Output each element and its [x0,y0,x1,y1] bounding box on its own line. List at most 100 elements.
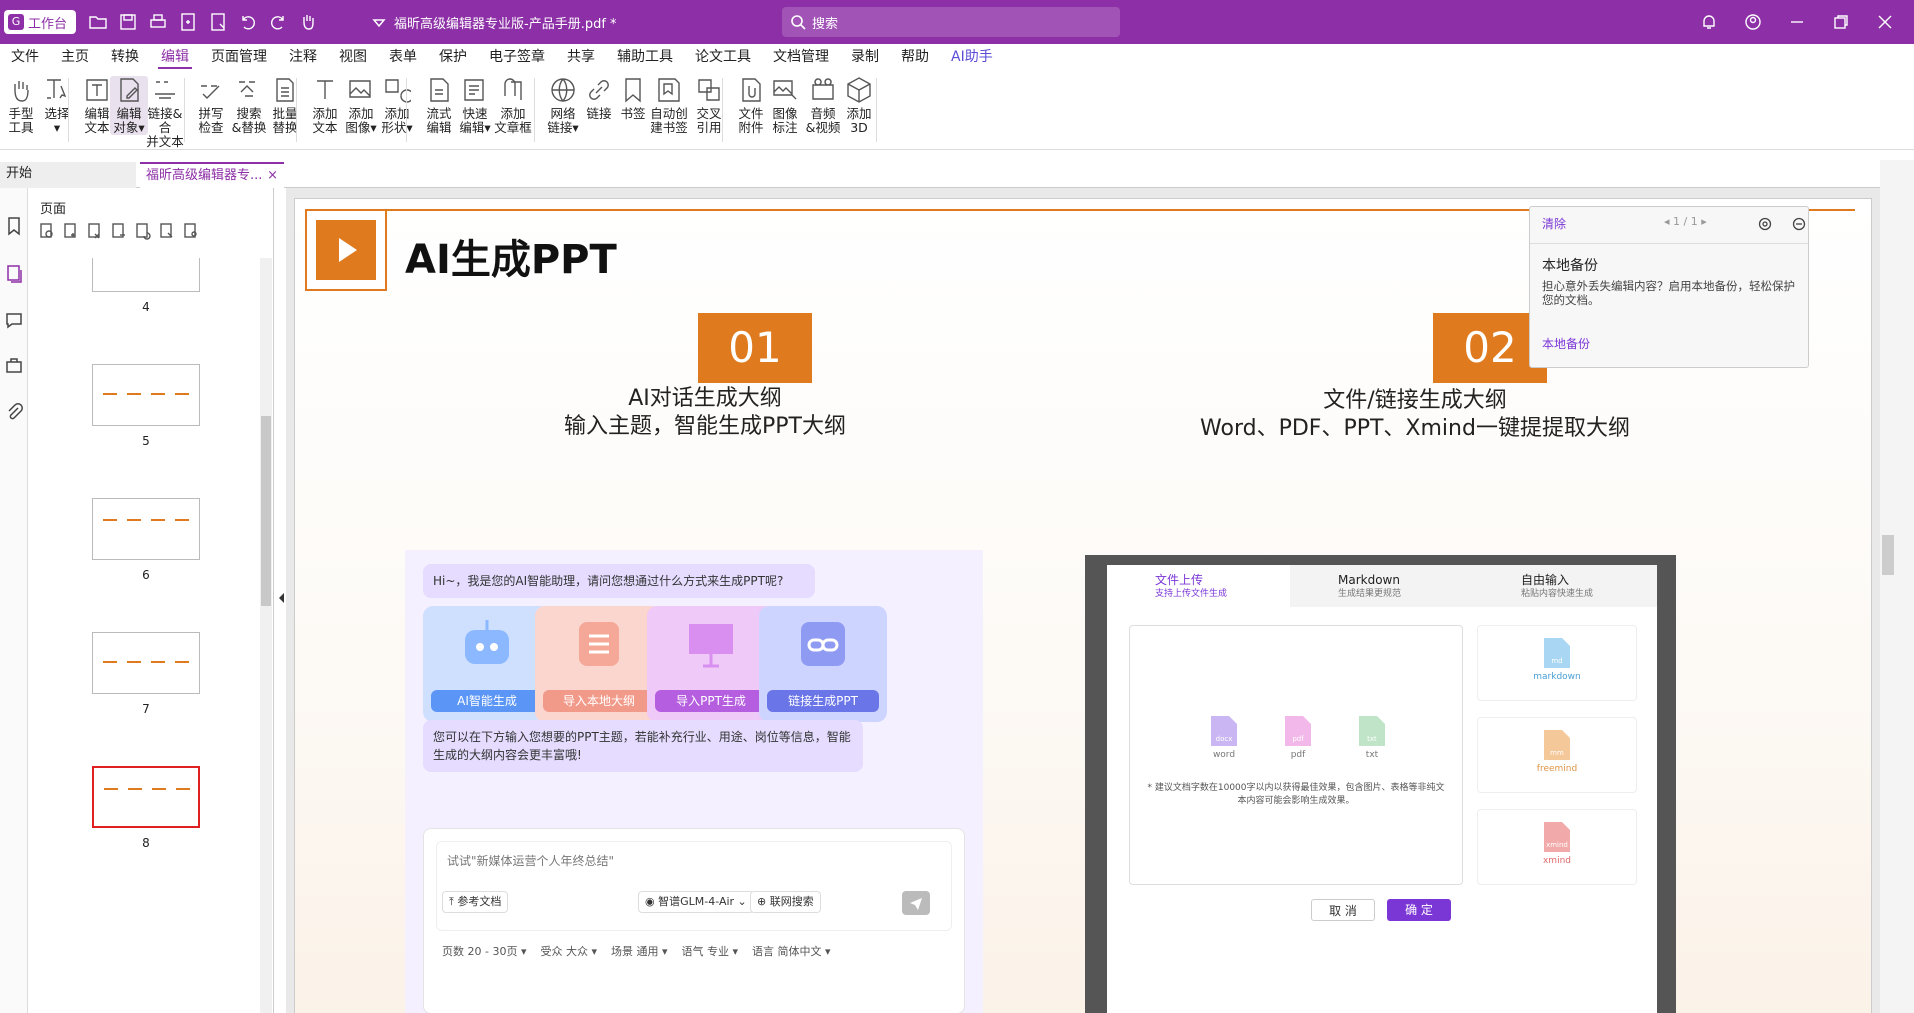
ribbon-file-attach-button[interactable]: 文件 附件 [732,76,770,135]
model-select[interactable]: ◉ 智谱GLM-4-Air ⌄ [638,891,754,913]
chevron-down-icon[interactable] [372,16,386,30]
menu-item-7[interactable]: 表单 [378,44,428,70]
tab-start[interactable]: 开始 [0,162,136,188]
file-drop-zone[interactable]: docx word pdf pdf txt txt * 建议文档字数在10000字以内… [1129,625,1463,885]
page-thumbnail[interactable] [92,364,200,426]
tab-file-upload[interactable]: 文件上传 支持上传文件生成 [1107,565,1290,607]
tab-document[interactable]: 福昕高级编辑器专... × [140,162,284,188]
zoom-thumb-icon[interactable] [38,222,56,240]
menu-item-10[interactable]: 共享 [556,44,606,70]
menu-item-9[interactable]: 电子签章 [478,44,556,70]
ribbon-add-text-button[interactable]: 添加 文本 [306,76,344,135]
send-button[interactable] [902,891,930,915]
web-search-toggle[interactable]: ⊕ 联网搜索 [750,891,821,913]
cancel-button[interactable]: 取 消 [1311,899,1375,921]
ribbon-search-replace-button[interactable]: 搜索 &替换 [230,76,268,135]
replace-page-icon[interactable] [158,222,176,240]
menu-item-15[interactable]: 帮助 [890,44,940,70]
page-thumbnail[interactable] [92,498,200,560]
save-icon[interactable] [118,12,138,32]
menu-item-4[interactable]: 页面管理 [200,44,278,70]
document-scrollbar[interactable] [1880,160,1914,1013]
reference-doc-button[interactable]: ⤒ 参考文档 [442,891,509,913]
ribbon-web-link-button[interactable]: 网络 链接▾ [544,76,582,135]
ribbon-image-annotate-button[interactable]: 图像 标注 [766,76,804,135]
ribbon-quick-edit-button[interactable]: 快速 编辑▾ [456,76,494,135]
ribbon-spell-check-button[interactable]: 拼写 检查 [192,76,230,135]
insert-page-icon[interactable] [62,222,80,240]
option-select[interactable]: 语气 专业 ▾ [682,943,739,959]
option-select[interactable]: 场景 通用 ▾ [611,943,668,959]
menu-item-2[interactable]: 转换 [100,44,150,70]
page-thumbnail[interactable] [92,632,200,694]
redo-icon[interactable] [268,12,288,32]
menu-item-13[interactable]: 文档管理 [762,44,840,70]
markdown-card[interactable]: md markdown [1477,625,1637,701]
page-thumbnail[interactable] [92,766,200,828]
freemind-card[interactable]: mm freemind [1477,717,1637,793]
ribbon-hand-button[interactable]: 手型 工具 [2,76,40,135]
tab-markdown[interactable]: Markdown 生成结果更规范 [1290,565,1473,607]
layers-panel-icon[interactable] [4,356,24,376]
menu-item-6[interactable]: 视图 [328,44,378,70]
page-thumbnail[interactable] [92,258,200,292]
menu-item-8[interactable]: 保护 [428,44,478,70]
ribbon-batch-replace-button[interactable]: 批量 替换 [266,76,304,135]
topic-input[interactable]: 试试"新媒体运营个人年终总结" [436,841,952,931]
attachments-panel-icon[interactable] [4,402,24,422]
ribbon-auto-bookmark-button[interactable]: 自动创 建书签 [650,76,688,135]
menu-item-12[interactable]: 论文工具 [684,44,762,70]
comments-panel-icon[interactable] [4,310,24,330]
tab-free-input[interactable]: 自由输入 粘贴内容快速生成 [1473,565,1657,607]
scroll-thumb[interactable] [261,416,271,606]
ribbon-flow-edit-button[interactable]: 流式 编辑 [420,76,458,135]
ribbon-av-button[interactable]: 音频 &视频 [804,76,842,135]
minimize-icon[interactable] [1788,13,1806,31]
ribbon-link-button[interactable]: 链接 [580,76,618,121]
ribbon-edit-object-button[interactable]: 编辑 对象▾ [110,76,148,135]
restore-icon[interactable] [1832,13,1850,31]
bookmark-panel-icon[interactable] [4,216,24,236]
undo-icon[interactable] [238,12,258,32]
hand-tool-icon[interactable] [298,12,318,32]
menu-item-11[interactable]: 辅助工具 [606,44,684,70]
ribbon-bookmark-button[interactable]: 书签 [614,76,652,121]
ribbon-add-shape-button[interactable]: 添加 形状▾ [378,76,416,135]
menu-item-14[interactable]: 录制 [840,44,890,70]
option-select[interactable]: 受众 大众 ▾ [540,943,597,959]
ribbon-link-merge-button[interactable]: 链接&合 并文本 [146,76,184,149]
collapse-icon[interactable] [1792,217,1806,231]
tab-close-icon[interactable]: × [267,164,278,188]
clear-button[interactable]: 清除 [1542,215,1566,232]
menu-item-16[interactable]: AI助手 [940,44,1004,70]
extract-page-icon[interactable] [110,222,128,240]
xmind-card[interactable]: xmind xmind [1477,809,1637,885]
confirm-button[interactable]: 确 定 [1387,899,1451,921]
settings-icon[interactable] [1758,217,1772,231]
export-icon[interactable] [208,12,228,32]
open-folder-icon[interactable] [88,12,108,32]
bell-icon[interactable] [1700,13,1718,31]
pages-panel-icon[interactable] [4,264,24,284]
rotate-page-icon[interactable] [134,222,152,240]
delete-page-icon[interactable] [86,222,104,240]
collapse-panel-icon[interactable] [276,590,286,606]
document-scroll-thumb[interactable] [1882,535,1894,575]
search-box[interactable]: 搜索 [782,7,1120,37]
menu-item-3[interactable]: 编辑 [150,44,200,70]
thumbnail-scrollbar[interactable] [260,258,272,1013]
ribbon-add-image-button[interactable]: 添加 图像▾ [342,76,380,135]
ribbon-3d-button[interactable]: 添加 3D [840,76,878,135]
workbench-button[interactable]: G 工作台 [4,10,76,34]
close-icon[interactable] [1876,13,1894,31]
print-icon[interactable] [148,12,168,32]
ribbon-select-button[interactable]: 选择 ▾ [38,76,76,135]
page-settings-icon[interactable] [182,222,200,240]
menu-item-0[interactable]: 文件 [0,44,50,70]
ribbon-article-box-button[interactable]: 添加 文章框 [494,76,532,135]
new-page-icon[interactable] [178,12,198,32]
option-select[interactable]: 语言 简体中文 ▾ [752,943,831,959]
backup-link[interactable]: 本地备份 [1542,335,1590,352]
menu-item-1[interactable]: 主页 [50,44,100,70]
account-icon[interactable] [1744,13,1762,31]
